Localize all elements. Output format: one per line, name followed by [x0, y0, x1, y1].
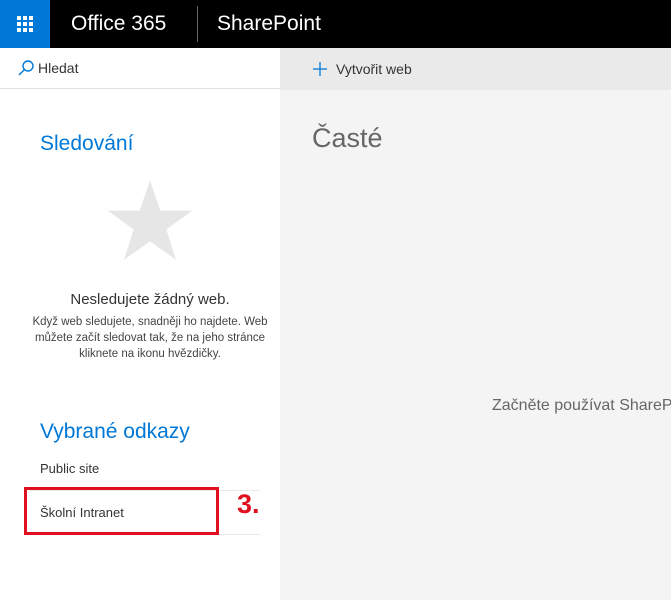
annotation-step-label: 3. — [237, 489, 260, 519]
search-icon[interactable] — [17, 59, 35, 77]
create-site-button[interactable]: Vytvořit web — [312, 58, 412, 80]
app-name[interactable]: SharePoint — [217, 0, 321, 48]
get-started-text: Začněte používat SharePoint — [492, 397, 671, 414]
suite-divider — [197, 6, 198, 42]
annotation-highlight-box — [24, 487, 219, 535]
suite-bar: Office 365 SharePoint — [0, 0, 671, 48]
link-public-site[interactable]: Public site — [40, 461, 260, 476]
create-site-label: Vytvořit web — [336, 61, 412, 77]
following-empty-body: Když web sledujete, snadněji ho najdete.… — [32, 316, 268, 360]
app-launcher-button[interactable] — [0, 0, 50, 48]
search-input[interactable] — [38, 57, 258, 79]
star-icon — [107, 180, 193, 260]
following-title: Sledování — [40, 132, 134, 155]
main-content: Vytvořit web Časté Začněte používat Shar… — [280, 48, 671, 600]
command-bar: Vytvořit web — [280, 48, 671, 90]
frequent-title: Časté — [312, 123, 383, 153]
featured-links-title: Vybrané odkazy — [40, 420, 190, 443]
waffle-icon — [17, 16, 33, 32]
following-empty-heading: Nesledujete žádný web. — [70, 291, 230, 308]
search-box[interactable] — [0, 48, 280, 89]
office-365-brand[interactable]: Office 365 — [71, 0, 166, 48]
plus-icon — [313, 62, 327, 76]
